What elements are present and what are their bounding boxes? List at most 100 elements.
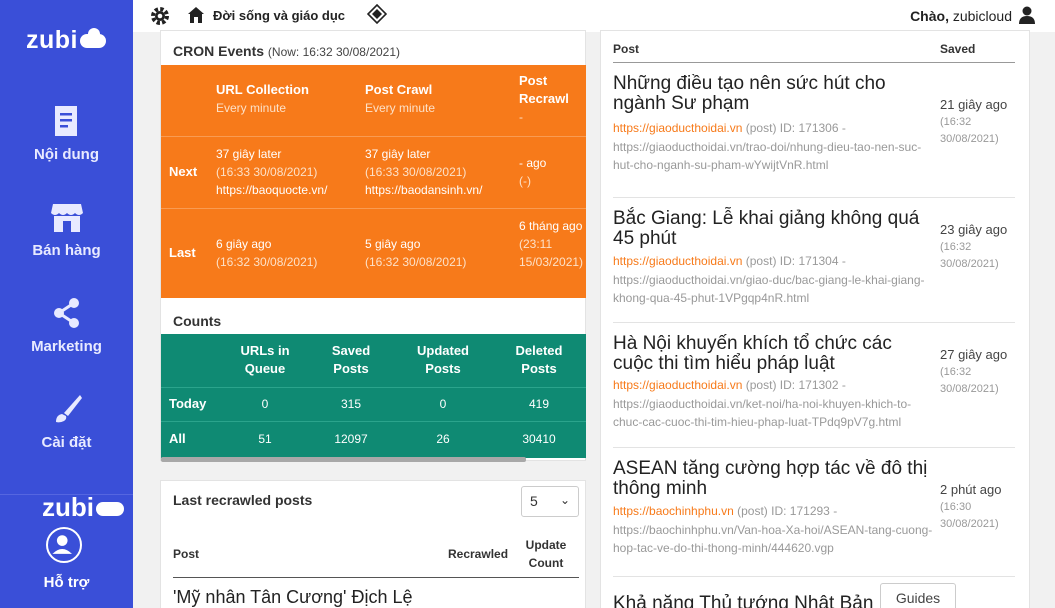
zubi-logo[interactable]: zubi [26,26,106,55]
post-meta: https://giaoducthoidai.vn (post) ID: 171… [613,378,912,430]
horizontal-scrollbar[interactable] [161,457,526,462]
col-header-post[interactable]: Post [173,545,199,563]
sidebar-item-ban-hang[interactable]: Bán hàng [0,200,133,259]
next-url-collection: 37 giây later (16:33 30/08/2021) https://b… [216,147,328,197]
cron-col-post-recrawl: Post Recrawl - [519,73,569,124]
row-label-last: Last [169,245,196,260]
col-header-saved[interactable]: Saved [940,42,975,56]
cron-col-post-crawl: Post Crawl Every minute [365,82,436,115]
post-saved: 21 giây ago (16:32 30/08/2021) [940,97,1008,145]
sidebar-item-label: Marketing [31,338,102,355]
recrawl-title: Last recrawled posts [173,492,313,508]
brush-icon [55,395,82,423]
cron-next-row: Next 37 giây later (16:33 30/08/2021) http… [161,137,586,209]
site-name[interactable]: Đời sống và giáo dục [213,8,345,23]
store-icon [50,204,83,232]
counts-header-updated-posts: Updated Posts [417,343,469,376]
counts-row-label-today: Today [169,396,207,411]
support-label[interactable]: Hỗ trợ [0,574,133,591]
post-saved: 23 giây ago (16:32 30/08/2021) [940,222,1008,270]
sidebar: zubi Nội dung Bán hàng Marketing Cài đặt… [0,0,133,608]
post-entry: Bắc Giang: Lễ khai giảng không quá 45 ph… [613,199,1015,323]
col-header-post[interactable]: Post [613,42,639,56]
col-header-update-count[interactable]: Update Count [521,536,571,572]
post-entry: Những điều tạo nên sức hút cho ngành Sư … [613,74,1015,198]
counts-header-urls-in-queue: URLs in Queue [240,343,290,376]
last-recrawled-panel: Last recrawled posts 5 ⌄ Post Recrawled … [160,480,586,608]
header-rule [173,577,579,578]
post-saved: 27 giây ago (16:32 30/08/2021) [940,347,1008,395]
count-value: 419 [528,397,550,411]
cron-title: CRON Events (Now: 16:32 30/08/2021) [173,43,401,59]
next-post-crawl: 37 giây later (16:33 30/08/2021) https://b… [365,147,483,197]
diamond-icon[interactable] [367,4,387,24]
post-entry: Hà Nội khuyến khích tổ chức các cuộc thi… [613,324,1015,448]
post-saved: 2 phút ago (16:30 30/08/2021) [940,482,1002,530]
divider [161,421,586,422]
post-url[interactable]: https://giaoducthoidai.vn/ket-noi/ha-noi… [613,397,911,430]
post-title[interactable]: Những điều tạo nên sức hút cho ngành Sư … [613,74,935,114]
count-value: 51 [258,432,272,446]
document-icon [54,106,77,136]
count-value: 12097 [334,432,368,446]
post-source-link[interactable]: https://baochinhphu.vn [613,504,734,518]
sidebar-item-cai-dat[interactable]: Cài đặt [0,392,133,451]
counts-title: Counts [173,313,222,329]
cron-now: (Now: 16:32 30/08/2021) [267,45,401,59]
sidebar-item-noi-dung[interactable]: Nội dung [0,104,133,163]
sidebar-item-label: Cài đặt [41,434,92,451]
last-post-crawl: 5 giây ago (16:32 30/08/2021) [365,237,467,269]
post-meta: https://baochinhphu.vn (post) ID: 171293… [613,504,933,556]
cron-col-url-collection: URL Collection Every minute [216,82,309,115]
counts-header-saved-posts: Saved Posts [331,343,371,376]
recrawl-count-select[interactable]: 5 ⌄ [521,486,579,517]
count-value: 0 [439,397,447,411]
sidebar-item-label: Nội dung [34,146,99,163]
username: zubicloud [952,8,1012,24]
counts-row-label-all: All [169,431,186,446]
count-value: 26 [436,432,450,446]
user-circle-icon[interactable] [46,527,82,563]
user-icon[interactable] [1019,6,1035,24]
saved-posts-panel: Post Saved Những điều tạo nên sức hút ch… [600,30,1030,608]
last-post-recrawl: 6 tháng ago (23:11 15/03/2021) [519,219,584,269]
post-meta: https://giaoducthoidai.vn (post) ID: 171… [613,121,922,173]
post-title[interactable]: ASEAN tăng cường hợp tác về đô thị thông… [613,459,935,499]
sidebar-item-marketing[interactable]: Marketing [0,296,133,355]
count-value: 30410 [522,432,556,446]
count-value: 0 [261,397,269,411]
sidebar-item-label: Bán hàng [32,242,101,259]
post-title[interactable]: Khả năng Thủ tướng Nhật Bản [613,593,873,608]
post-source-link[interactable]: https://giaoducthoidai.vn [613,378,742,392]
gear-icon[interactable] [149,5,171,27]
col-header-recrawled[interactable]: Recrawled [448,545,508,563]
greeting: Chào, zubicloud [910,8,1012,24]
post-source-link[interactable]: https://giaoducthoidai.vn [613,121,742,135]
next-post-recrawl: - ago (-) [519,156,547,188]
post-source-link[interactable]: https://giaoducthoidai.vn [613,254,742,268]
cron-last-row: Last 6 giây ago (16:32 30/08/2021) 5 giây… [161,209,586,298]
post-entry: ASEAN tăng cường hợp tác về đô thị thông… [613,449,1015,577]
post-title[interactable]: Bắc Giang: Lễ khai giảng không quá 45 ph… [613,209,935,249]
row-label-next: Next [169,164,198,179]
count-value: 315 [340,397,362,411]
header-rule [613,62,1015,63]
recrawled-post-title[interactable]: 'Mỹ nhân Tân Cương' Địch Lệ [173,587,413,608]
post-url[interactable]: https://giaoducthoidai.vn/trao-doi/nhung… [613,140,921,173]
topbar: Đời sống và giáo dục Chào, zubicloud [133,0,1055,32]
counts-header-deleted-posts: Deleted Posts [515,343,563,376]
guides-button[interactable]: Guides [880,583,956,608]
post-url[interactable]: https://baochinhphu.vn/Van-hoa-Xa-hoi/AS… [613,523,932,556]
last-url-collection: 6 giây ago (16:32 30/08/2021) [216,237,318,269]
home-icon[interactable] [187,6,205,24]
share-icon [53,298,79,328]
counts-table: URLs in Queue Saved Posts Updated Posts … [161,334,586,458]
cron-header-row: URL Collection Every minute Post Crawl Eve… [161,65,586,137]
post-url[interactable]: https://giaoducthoidai.vn/giao-duc/bac-g… [613,273,925,306]
post-title[interactable]: Hà Nội khuyến khích tổ chức các cuộc thi… [613,334,935,374]
chevron-down-icon: ⌄ [559,493,570,507]
cron-events-panel: CRON Events (Now: 16:32 30/08/2021) URL … [160,30,586,462]
zubi-logo-bottom: zubi [42,492,124,523]
post-meta: https://giaoducthoidai.vn (post) ID: 171… [613,254,925,306]
cron-table: URL Collection Every minute Post Crawl Eve… [161,65,586,298]
